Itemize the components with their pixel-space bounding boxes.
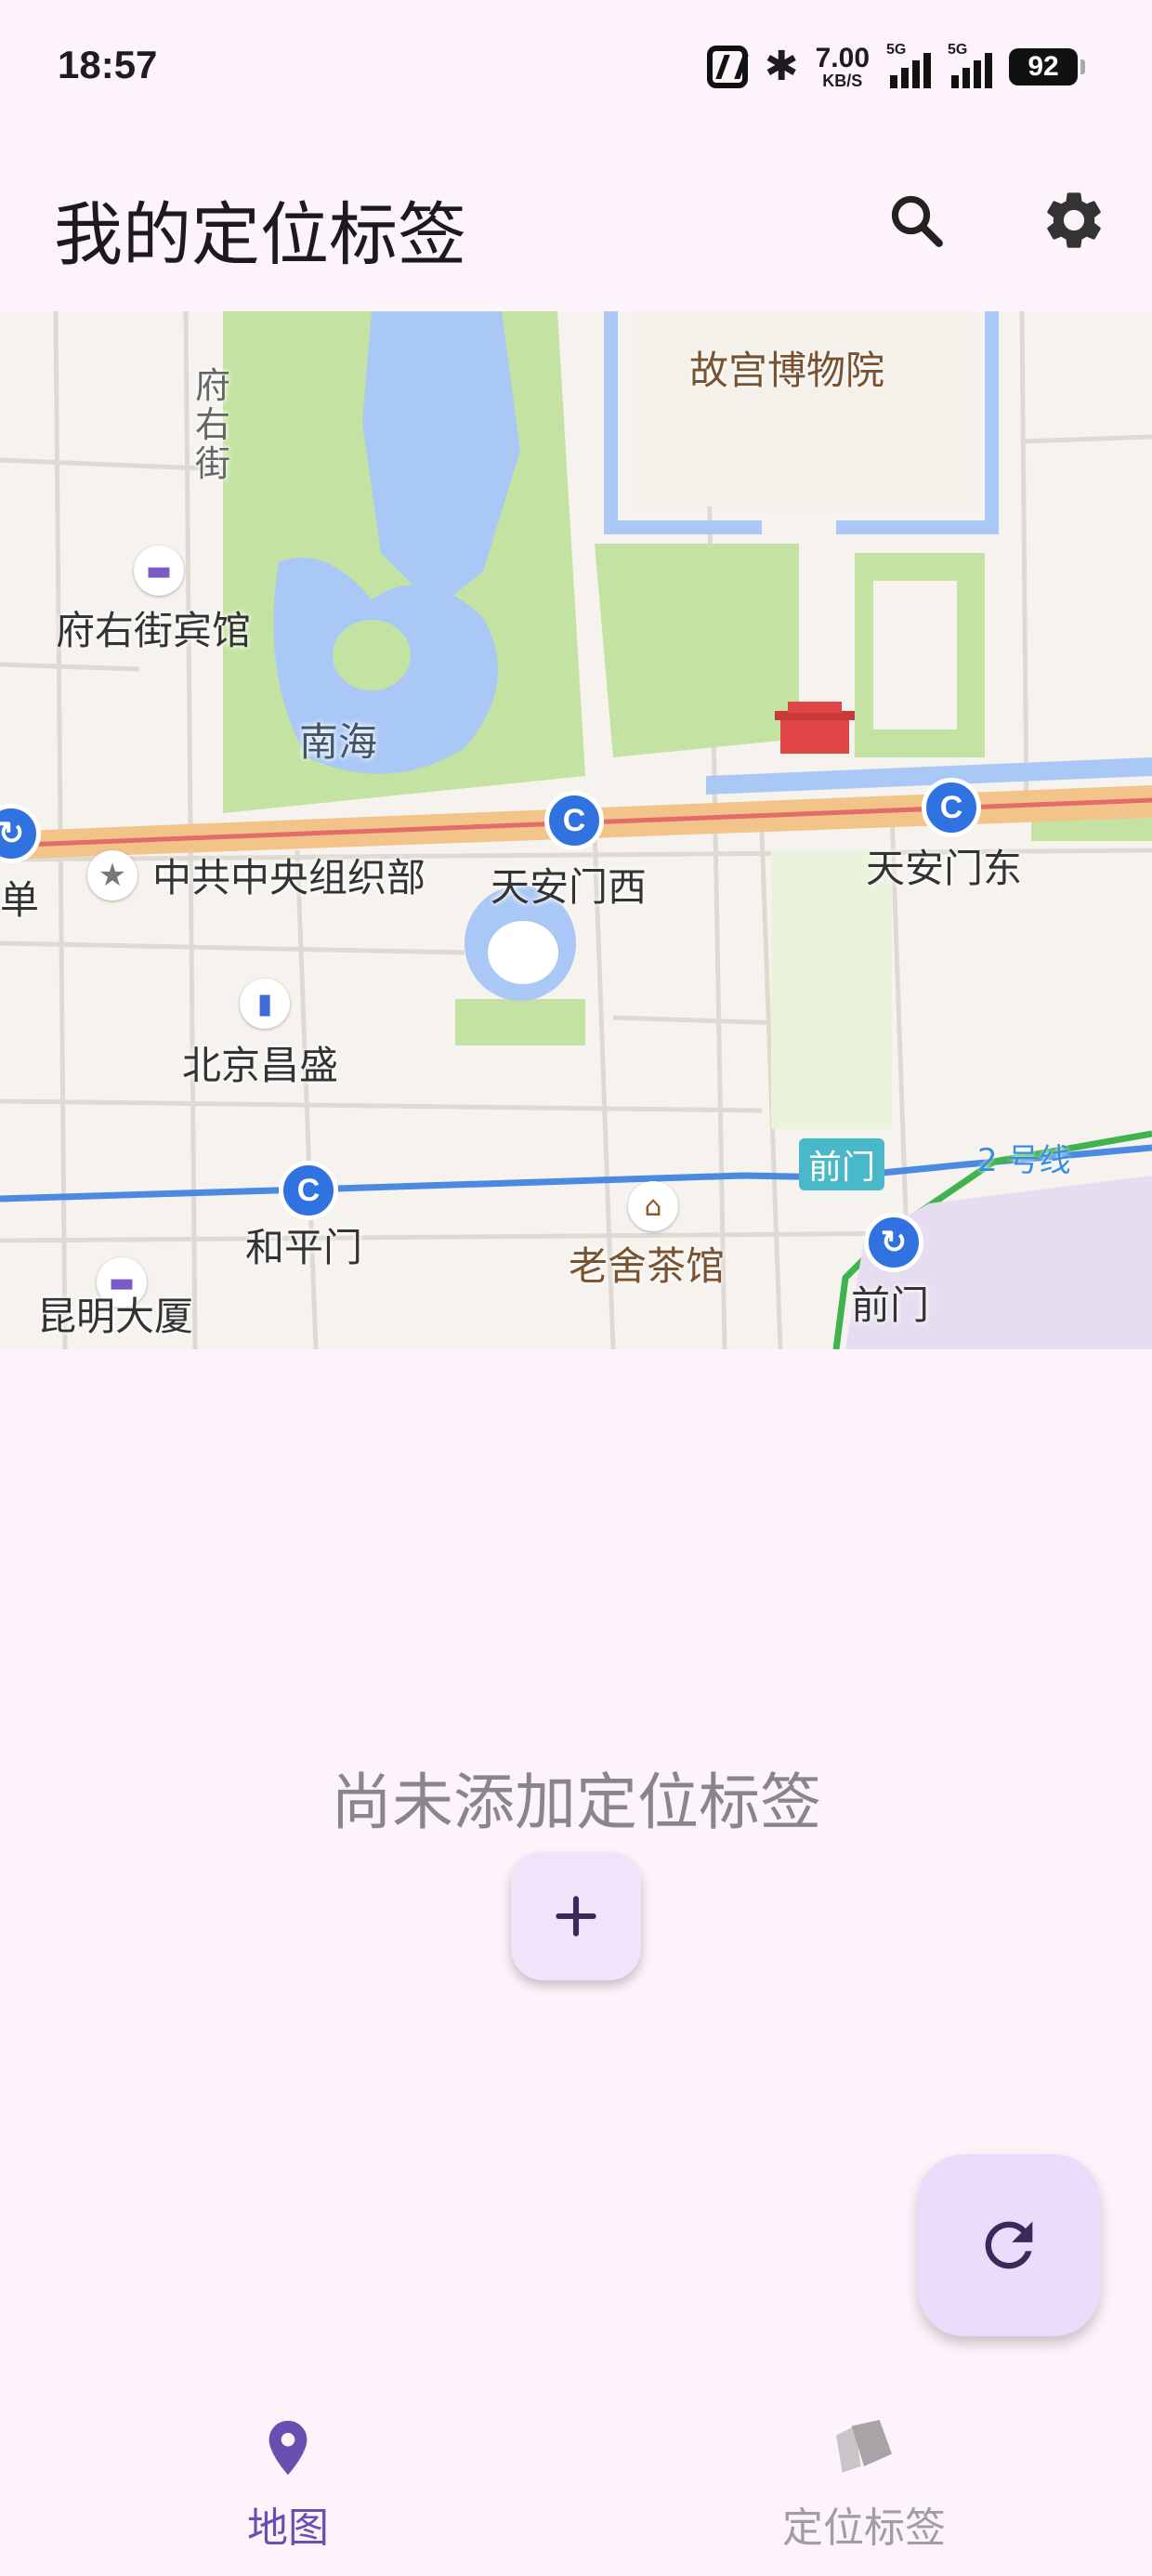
- status-icons: ✱ 7.00 KB/S 5G 5G 92: [706, 41, 1085, 93]
- map-label-beijing-changsheng: 北京昌盛: [182, 1043, 339, 1088]
- map-label-fuyoujie-street: 府右街: [195, 365, 231, 484]
- network-speed: 7.00 KB/S: [815, 43, 870, 90]
- plus-icon: [556, 1896, 596, 1937]
- metro-station-icon: C: [279, 1161, 338, 1220]
- metro-station-icon: ↻: [864, 1213, 923, 1272]
- nfc-icon: [706, 46, 748, 88]
- signal-1-label: 5G: [886, 42, 907, 58]
- battery-indicator: 92: [1009, 48, 1085, 85]
- signal-2-label: 5G: [948, 42, 968, 58]
- nav-item-tags[interactable]: 定位标签: [678, 2390, 1050, 2576]
- map-view[interactable]: 故宫博物院 府右街 ▬ 府右街宾馆 南海 ↻ 单 ★ 中共中央组织部 C 天安门…: [0, 311, 1152, 1349]
- metro-station-icon: C: [544, 791, 604, 850]
- status-time: 18:57: [58, 43, 158, 86]
- map-label-tiananmen-east: 天安门东: [866, 846, 1023, 891]
- page-title: 我的定位标签: [54, 195, 466, 275]
- nav-label-tags: 定位标签: [782, 2504, 946, 2552]
- empty-state-text: 尚未添加定位标签: [331, 1767, 821, 1838]
- map-label-line2: 2 号线: [977, 1142, 1071, 1179]
- map-label-laoshe-teahouse: 老舍茶馆: [569, 1243, 726, 1289]
- metro-station-icon: C: [922, 778, 981, 837]
- map-label-org-dept: 中共中央组织部: [152, 855, 426, 900]
- map-pin-icon: [268, 2420, 308, 2476]
- settings-button[interactable]: [1028, 174, 1120, 267]
- map-label-fuyoujie-hotel: 府右街宾馆: [56, 608, 252, 653]
- map-label-tiananmen-west: 天安门西: [491, 864, 648, 910]
- search-icon: [891, 195, 943, 247]
- map-label-hepingmen: 和平门: [245, 1225, 363, 1270]
- building-icon: ▮: [240, 979, 290, 1029]
- bluetooth-icon: ✱: [764, 43, 799, 90]
- refresh-button[interactable]: [918, 2154, 1100, 2336]
- map-label-xidan-partial: 单: [0, 877, 40, 923]
- nav-label-map: 地图: [247, 2504, 329, 2552]
- network-speed-value: 7.00: [815, 43, 870, 73]
- nav-item-map[interactable]: 地图: [102, 2390, 474, 2576]
- search-button[interactable]: [870, 174, 962, 267]
- star-icon: ★: [87, 850, 137, 900]
- settings-icon: [1047, 192, 1101, 248]
- signal-icon-2: 5G: [948, 42, 992, 88]
- app-bar: 我的定位标签: [0, 135, 1152, 311]
- tags-icon: [836, 2420, 892, 2473]
- add-tag-button[interactable]: [511, 1852, 641, 1980]
- map-label-kunming-building: 昆明大厦: [37, 1294, 194, 1339]
- hotel-icon: ▬: [134, 545, 184, 596]
- network-speed-unit: KB/S: [822, 72, 863, 90]
- teahouse-icon: ⌂: [628, 1181, 678, 1231]
- map-label-qianmen-station: 前门: [851, 1282, 930, 1328]
- signal-icon-1: 5G: [886, 42, 931, 88]
- status-bar: 18:57 ✱ 7.00 KB/S 5G 5G 92: [0, 0, 1152, 135]
- map-label-nanhai: 南海: [299, 719, 378, 765]
- map-label-qianmen-tag: 前门: [799, 1138, 885, 1190]
- map-label-palace-museum: 故宫博物院: [689, 348, 885, 393]
- refresh-icon: [985, 2221, 1033, 2269]
- bottom-navigation: 地图 定位标签: [0, 2390, 1152, 2576]
